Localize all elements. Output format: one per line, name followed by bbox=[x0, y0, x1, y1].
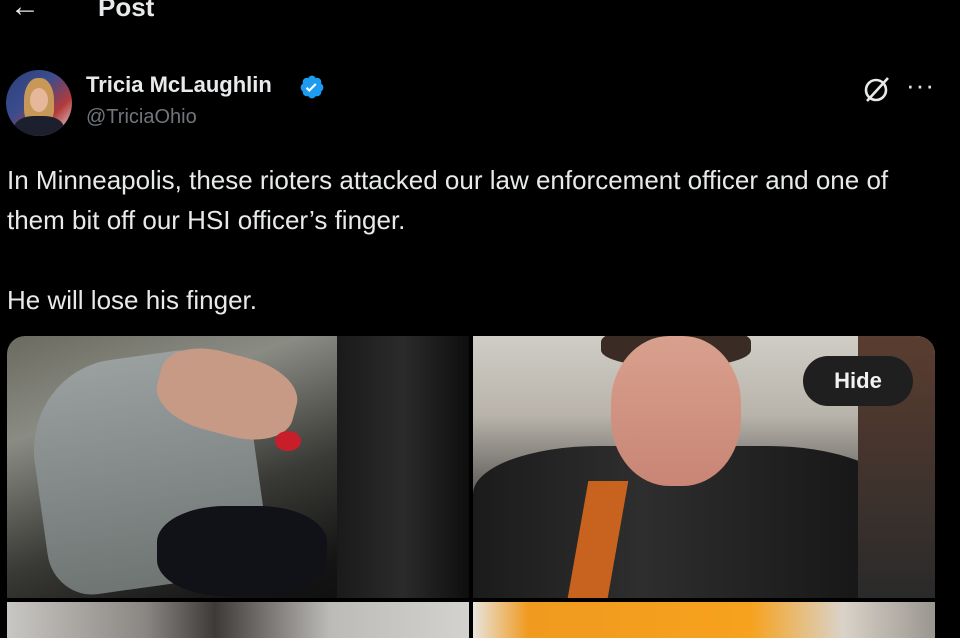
tweet-text: In Minneapolis, these rioters attacked o… bbox=[7, 160, 937, 320]
media-photo-3[interactable] bbox=[7, 602, 469, 638]
avatar-face bbox=[30, 88, 48, 112]
media-photo-4[interactable] bbox=[473, 602, 935, 638]
media-photo-1[interactable] bbox=[7, 336, 469, 598]
top-bar: ← Post bbox=[0, 0, 960, 24]
tweet-paragraph-1: In Minneapolis, these rioters attacked o… bbox=[7, 165, 889, 235]
avatar-body bbox=[14, 116, 64, 136]
back-arrow-icon[interactable]: ← bbox=[10, 0, 40, 24]
author-name[interactable]: Tricia McLaughlin bbox=[86, 72, 272, 98]
more-options-icon[interactable]: ··· bbox=[906, 70, 935, 101]
grok-icon[interactable] bbox=[862, 74, 892, 104]
avatar[interactable] bbox=[6, 70, 72, 136]
page-title: Post bbox=[98, 0, 155, 22]
verified-badge-icon bbox=[300, 75, 324, 99]
tweet-paragraph-2: He will lose his finger. bbox=[7, 285, 257, 315]
hide-media-button[interactable]: Hide bbox=[803, 356, 913, 406]
media-grid bbox=[7, 336, 935, 638]
author-handle[interactable]: @TriciaOhio bbox=[86, 106, 197, 129]
